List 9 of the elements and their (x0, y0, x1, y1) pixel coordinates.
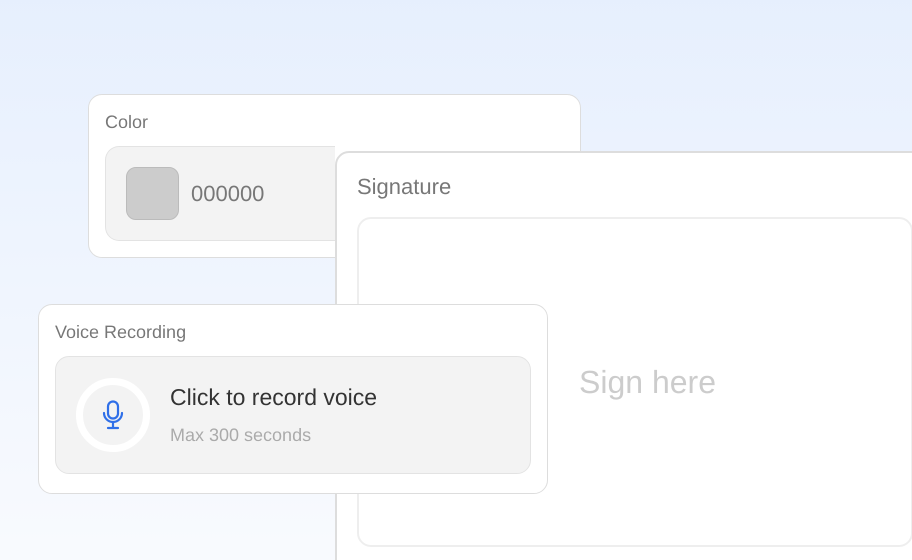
record-hint: Max 300 seconds (170, 424, 312, 448)
color-input[interactable]: 000000 (105, 146, 335, 241)
microphone-icon (102, 400, 124, 430)
record-button[interactable]: Click to record voice Max 300 seconds (55, 356, 531, 474)
hex-value: 000000 (191, 180, 264, 208)
field-label: Voice Recording (55, 321, 188, 344)
field-label: Signature (357, 173, 452, 200)
color-swatch[interactable] (126, 166, 179, 220)
field-label: Color (105, 111, 150, 134)
